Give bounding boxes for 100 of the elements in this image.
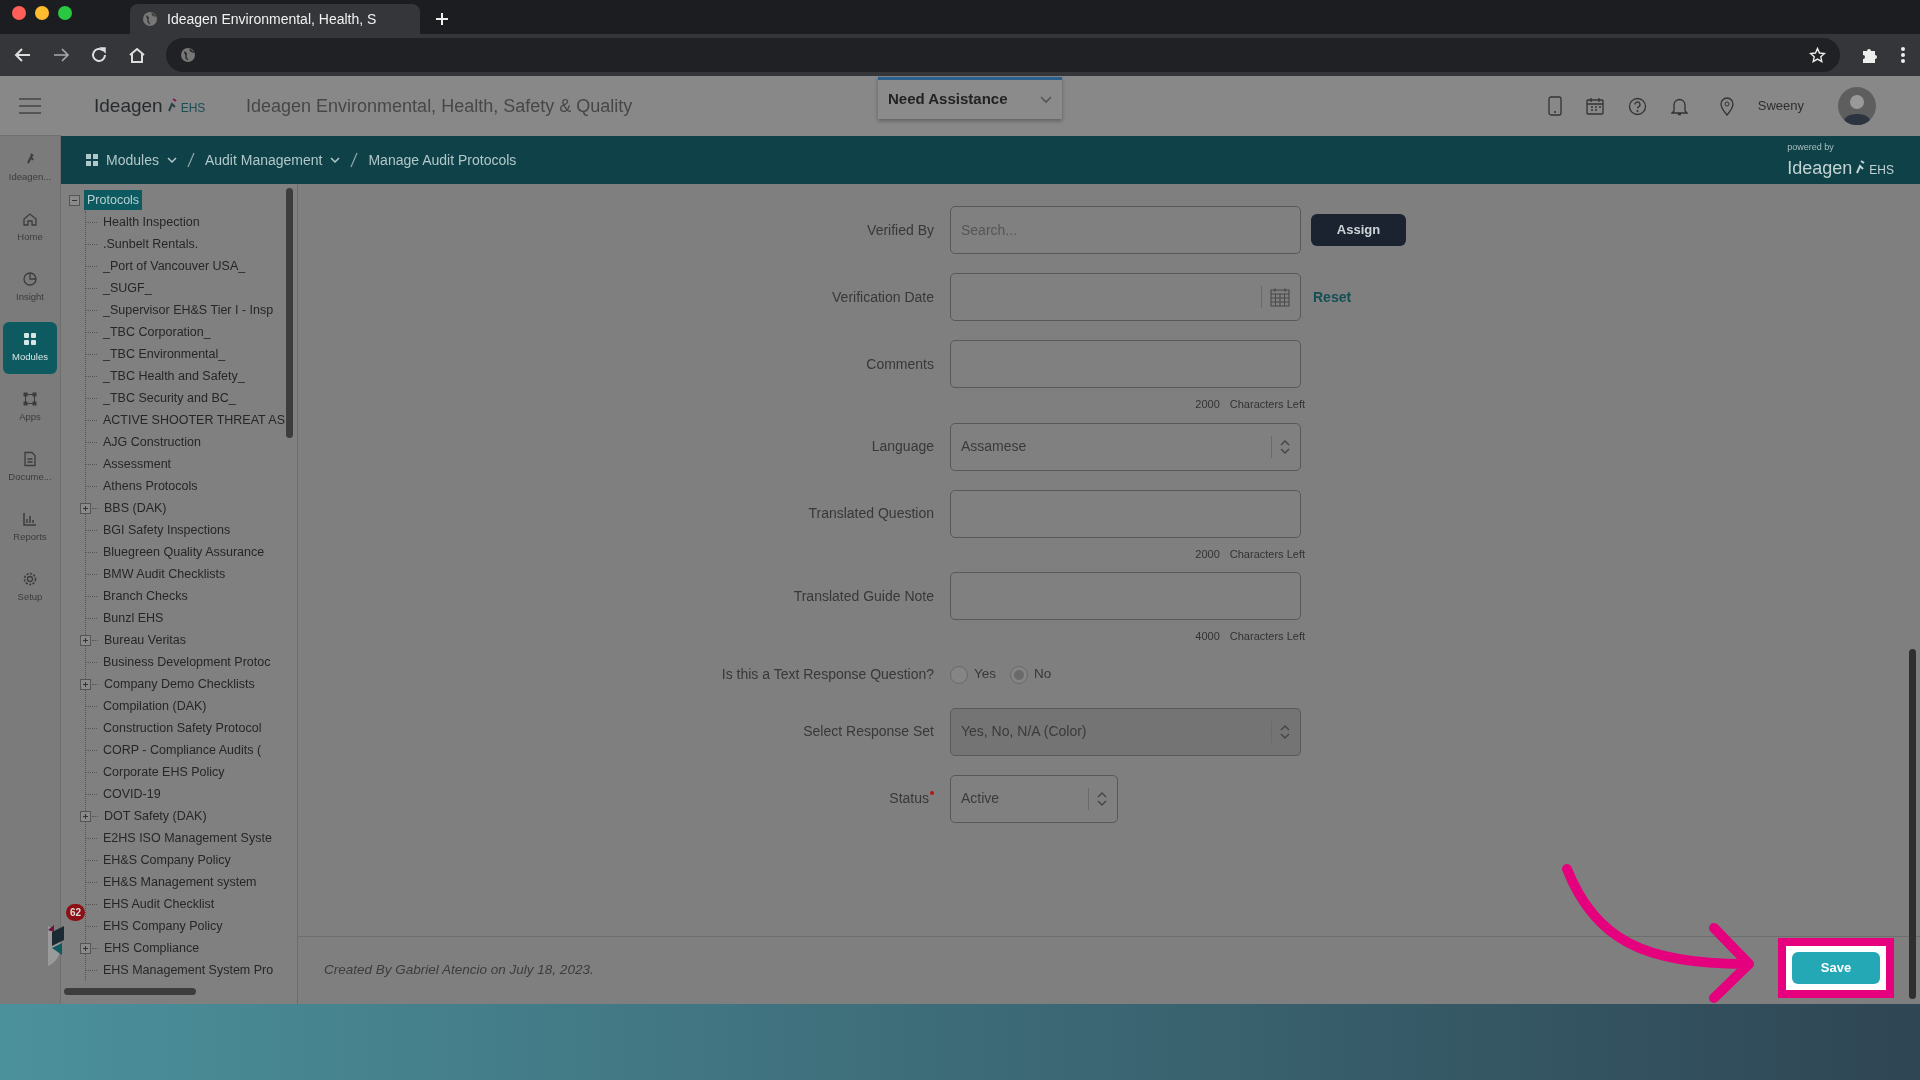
tree-node[interactable]: Bureau Veritas <box>101 629 189 651</box>
tree-node[interactable]: EH&S Management system <box>100 871 260 893</box>
tree-node[interactable]: DOT Safety (DAK) <box>101 805 210 827</box>
home-icon[interactable] <box>128 46 146 64</box>
tree-node[interactable]: COVID-19 <box>100 783 164 805</box>
character-count: 4000 <box>1195 629 1220 644</box>
tree-node[interactable]: BGI Safety Inspections <box>100 519 234 541</box>
nav-item[interactable]: Ideagen... <box>3 142 57 194</box>
close-button[interactable] <box>12 6 26 20</box>
avatar[interactable] <box>1838 87 1876 125</box>
calendar-icon[interactable] <box>1270 287 1290 307</box>
tree-node[interactable]: EHS Audit Checklist <box>100 893 218 915</box>
expand-icon[interactable] <box>80 502 91 514</box>
date-field[interactable] <box>950 273 1301 321</box>
breadcrumb-link[interactable]: Audit Management <box>204 149 341 171</box>
collapse-icon[interactable] <box>69 194 80 206</box>
pie-chart-icon <box>22 271 38 288</box>
tree-node[interactable]: Company Demo Checklists <box>101 673 258 695</box>
nav-item[interactable]: Setup <box>3 562 57 614</box>
tree-node[interactable]: _TBC Environmental_ <box>100 343 229 365</box>
maximize-button[interactable] <box>58 6 72 20</box>
save-button[interactable]: Save <box>1792 951 1880 984</box>
breadcrumb-link[interactable]: Manage Audit Protocols <box>368 149 517 171</box>
calendar-icon[interactable] <box>1585 97 1604 115</box>
tree-node[interactable]: Assessment <box>100 453 175 475</box>
tree-node[interactable]: _Port of Vancouver USA_ <box>100 255 249 277</box>
radio-button[interactable] <box>950 665 968 684</box>
caret-icon <box>330 156 341 164</box>
tree-node[interactable]: EHS Compliance <box>101 937 203 959</box>
scrollbar[interactable] <box>1909 649 1916 999</box>
tree-node[interactable]: _SUGF_ <box>100 277 155 299</box>
field-label: Verified By <box>866 220 934 240</box>
field-label: Translated Question <box>807 504 934 523</box>
bell-icon[interactable] <box>1670 96 1688 116</box>
nav-item[interactable]: Home <box>3 202 57 254</box>
location-icon[interactable] <box>1719 96 1734 116</box>
tree-node[interactable]: _Supervisor EH&S Tier I - Insp <box>100 299 277 321</box>
nav-item[interactable]: Insight <box>3 262 57 314</box>
bar-chart-icon <box>22 511 38 528</box>
expand-icon[interactable] <box>80 810 91 822</box>
tree-node[interactable]: E2HS ISO Management Syste <box>100 827 275 849</box>
logo-text: Ideagen <box>94 93 163 118</box>
field-label: Comments <box>865 354 934 374</box>
tree-node[interactable]: _TBC Security and BC_ <box>100 387 239 409</box>
new-tab-icon[interactable] <box>434 11 450 27</box>
nav-item[interactable]: Modules <box>3 322 57 374</box>
forward-icon[interactable] <box>52 46 70 64</box>
tree-node[interactable]: .Sunbelt Rentals. <box>100 233 202 255</box>
scrollbar[interactable] <box>64 988 196 995</box>
logo-suffix: EHS <box>180 99 206 117</box>
select-field[interactable]: Active <box>950 774 1118 823</box>
nav-item[interactable]: Docume... <box>3 442 57 494</box>
user-name[interactable]: Sweeny <box>1757 96 1804 116</box>
field-label: Language <box>870 437 934 456</box>
more-icon[interactable] <box>1900 46 1906 64</box>
help-icon[interactable] <box>1627 96 1647 116</box>
settings-icon <box>22 571 38 588</box>
star-icon[interactable] <box>1809 46 1826 64</box>
expand-icon[interactable] <box>80 634 91 646</box>
logo-suffix: EHS <box>1869 161 1894 179</box>
menu-icon[interactable] <box>18 96 42 115</box>
tree-node[interactable]: Health Inspection <box>100 211 203 233</box>
count-caption: Characters Left <box>1229 546 1305 562</box>
tree-node[interactable]: EH&S Company Policy <box>100 849 234 871</box>
tree-node[interactable]: _TBC Health and Safety_ <box>100 365 248 387</box>
tree-node[interactable]: Bluegreen Quality Assurance <box>100 541 268 563</box>
assign-button[interactable]: Assign <box>1311 214 1406 246</box>
tree-node[interactable]: Athens Protocols <box>100 475 201 497</box>
tree-node[interactable]: Compilation (DAK) <box>100 695 210 717</box>
app-title: Ideagen Environmental, Health, Safety & Quality <box>246 94 634 118</box>
tree-node[interactable]: EHS Management System Pro <box>100 959 277 981</box>
breadcrumb-separator <box>186 152 195 168</box>
tree-node[interactable]: ACTIVE SHOOTER THREAT AS <box>100 409 288 431</box>
expand-icon[interactable] <box>80 942 91 954</box>
radio-button[interactable] <box>1010 665 1029 684</box>
expand-icon[interactable] <box>80 678 91 690</box>
reset-link[interactable]: Reset <box>1313 286 1352 308</box>
tree-node[interactable]: CORP - Compliance Audits ( <box>100 739 265 761</box>
scrollbar[interactable] <box>286 188 293 438</box>
breadcrumb-link[interactable]: Modules <box>86 149 177 171</box>
tree-node[interactable]: Protocols <box>84 189 143 211</box>
minimize-button[interactable] <box>35 6 49 20</box>
tree-node[interactable]: BBS (DAK) <box>101 497 170 519</box>
chevron-icon <box>1280 439 1290 454</box>
tree-node[interactable]: Business Development Protoc <box>100 651 274 673</box>
tree-node[interactable]: AJG Construction <box>100 431 204 453</box>
tree-node[interactable]: Bunzl EHS <box>100 607 167 629</box>
reload-icon[interactable] <box>90 46 108 64</box>
tree-node[interactable]: EHS Company Policy <box>100 915 226 937</box>
tree-node[interactable]: Corporate EHS Policy <box>100 761 228 783</box>
powered-by-caption: powered by <box>1787 141 1834 154</box>
tree-node[interactable]: BMW Audit Checklists <box>100 563 229 585</box>
select-field[interactable]: Assamese <box>950 422 1301 471</box>
tree-node[interactable]: _TBC Corporation_ <box>100 321 214 343</box>
assistance-dropdown[interactable]: Need Assistance <box>878 77 1062 119</box>
phone-icon[interactable] <box>1547 96 1562 116</box>
tree-node[interactable]: Branch Checks <box>100 585 191 607</box>
back-icon[interactable] <box>14 46 32 64</box>
nav-item[interactable]: Reports <box>3 502 57 554</box>
tree-node[interactable]: Construction Safety Protocol <box>100 717 265 739</box>
